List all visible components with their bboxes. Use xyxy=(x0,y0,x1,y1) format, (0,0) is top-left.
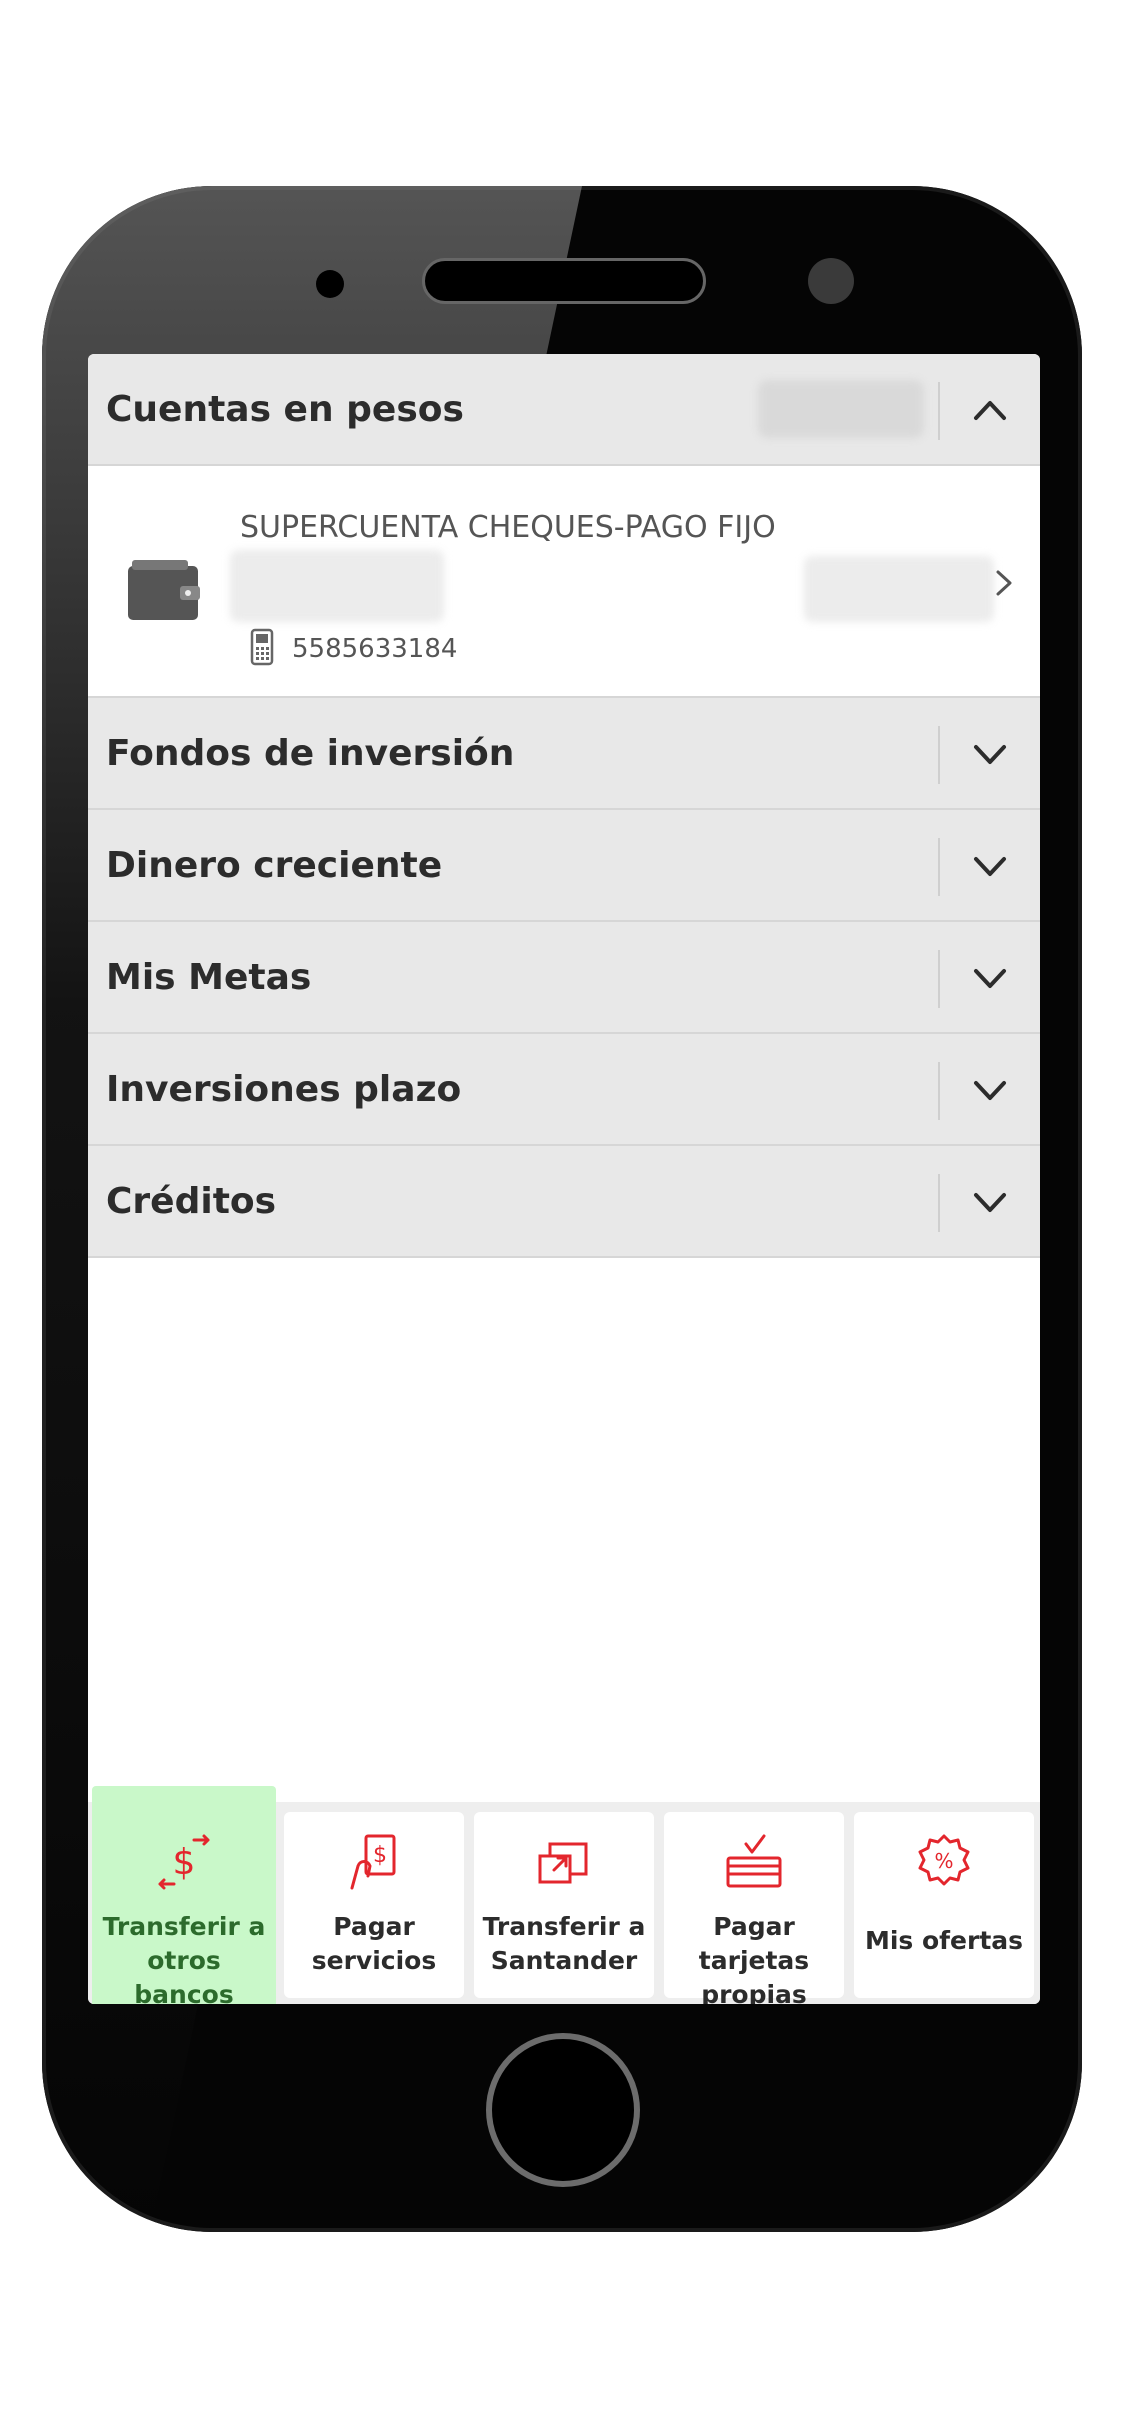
section-creditos[interactable]: Créditos xyxy=(88,1146,1040,1258)
divider xyxy=(938,382,940,440)
percent-badge-icon: % xyxy=(918,1834,970,1886)
chevron-down-icon[interactable] xyxy=(958,946,1022,1010)
pay-bill-icon: $ xyxy=(350,1834,396,1890)
chevron-down-icon[interactable] xyxy=(958,834,1022,898)
section-fondos-de-inversion[interactable]: Fondos de inversión xyxy=(88,698,1040,810)
divider xyxy=(938,950,940,1008)
action-label: Transferir a otros bancos xyxy=(94,1910,274,2004)
section-cuentas-en-pesos[interactable]: Cuentas en pesos xyxy=(88,354,1040,466)
action-label: Mis ofertas xyxy=(854,1924,1034,1958)
action-label: Transferir a Santander xyxy=(474,1910,654,1978)
earpiece-speaker xyxy=(422,258,706,304)
action-label-line2: servicios xyxy=(311,1946,437,1975)
section-title: Inversiones plazo xyxy=(106,1069,462,1110)
svg-text:$: $ xyxy=(373,1843,387,1868)
chevron-down-icon[interactable] xyxy=(958,1170,1022,1234)
action-label-line1: Pagar tarjetas xyxy=(698,1912,810,1975)
wallet-icon xyxy=(128,560,200,620)
action-label-line1: Transferir a xyxy=(102,1912,266,1941)
hidden-account-number xyxy=(230,550,444,622)
hidden-account-balance xyxy=(804,556,994,622)
action-label: Pagar servicios xyxy=(284,1910,464,1978)
chevron-up-icon[interactable] xyxy=(958,378,1022,442)
section-inversiones-plazo[interactable]: Inversiones plazo xyxy=(88,1034,1040,1146)
action-label-line2: Santander xyxy=(490,1946,638,1975)
front-camera xyxy=(316,270,344,298)
proximity-sensor xyxy=(808,258,854,304)
chevron-down-icon[interactable] xyxy=(958,1058,1022,1122)
action-transferir-santander[interactable]: Transferir a Santander xyxy=(474,1812,654,1998)
action-label-line1: Pagar xyxy=(333,1912,415,1941)
home-button[interactable] xyxy=(486,2033,640,2187)
chevron-right-icon[interactable] xyxy=(988,558,1020,608)
account-name: SUPERCUENTA CHEQUES-PAGO FIJO xyxy=(240,510,776,545)
account-phone: 5585633184 xyxy=(292,634,458,664)
card-pay-icon xyxy=(726,1834,782,1888)
quick-actions-bar: $ Transferir a otros bancos $ Pagar serv… xyxy=(88,1786,1040,2004)
transfer-icon xyxy=(538,1842,588,1884)
section-dinero-creciente[interactable]: Dinero creciente xyxy=(88,810,1040,922)
action-label: Pagar tarjetas propias xyxy=(664,1910,844,2004)
action-label-line1: Transferir a xyxy=(482,1912,646,1941)
divider xyxy=(938,1174,940,1232)
action-label-line2: propias xyxy=(701,1980,807,2004)
section-title: Cuentas en pesos xyxy=(106,389,464,430)
account-row[interactable]: SUPERCUENTA CHEQUES-PAGO FIJO 5585633184 xyxy=(88,466,1040,698)
divider xyxy=(938,838,940,896)
section-title: Mis Metas xyxy=(106,957,312,998)
action-mis-ofertas[interactable]: % Mis ofertas xyxy=(854,1812,1034,1998)
divider xyxy=(938,1062,940,1120)
svg-text:$: $ xyxy=(173,1842,196,1883)
action-label-line2: otros bancos xyxy=(134,1946,234,2004)
section-title: Créditos xyxy=(106,1181,277,1222)
action-pagar-servicios[interactable]: $ Pagar servicios xyxy=(284,1812,464,1998)
transfer-money-icon: $ xyxy=(158,1834,210,1890)
divider xyxy=(938,726,940,784)
svg-text:%: % xyxy=(934,1849,953,1873)
mobile-phone-icon xyxy=(250,628,274,666)
action-transferir-otros-bancos[interactable]: $ Transferir a otros bancos xyxy=(94,1812,274,2004)
hidden-balance xyxy=(758,380,924,438)
section-title: Fondos de inversión xyxy=(106,733,515,774)
chevron-down-icon[interactable] xyxy=(958,722,1022,786)
action-label-line1: Mis ofertas xyxy=(864,1926,1024,1955)
action-pagar-tarjetas-propias[interactable]: Pagar tarjetas propias xyxy=(664,1812,844,2004)
section-title: Dinero creciente xyxy=(106,845,443,886)
app-screen: Cuentas en pesos SUPERCUENTA CHEQUES-PAG… xyxy=(88,354,1040,2004)
section-mis-metas[interactable]: Mis Metas xyxy=(88,922,1040,1034)
